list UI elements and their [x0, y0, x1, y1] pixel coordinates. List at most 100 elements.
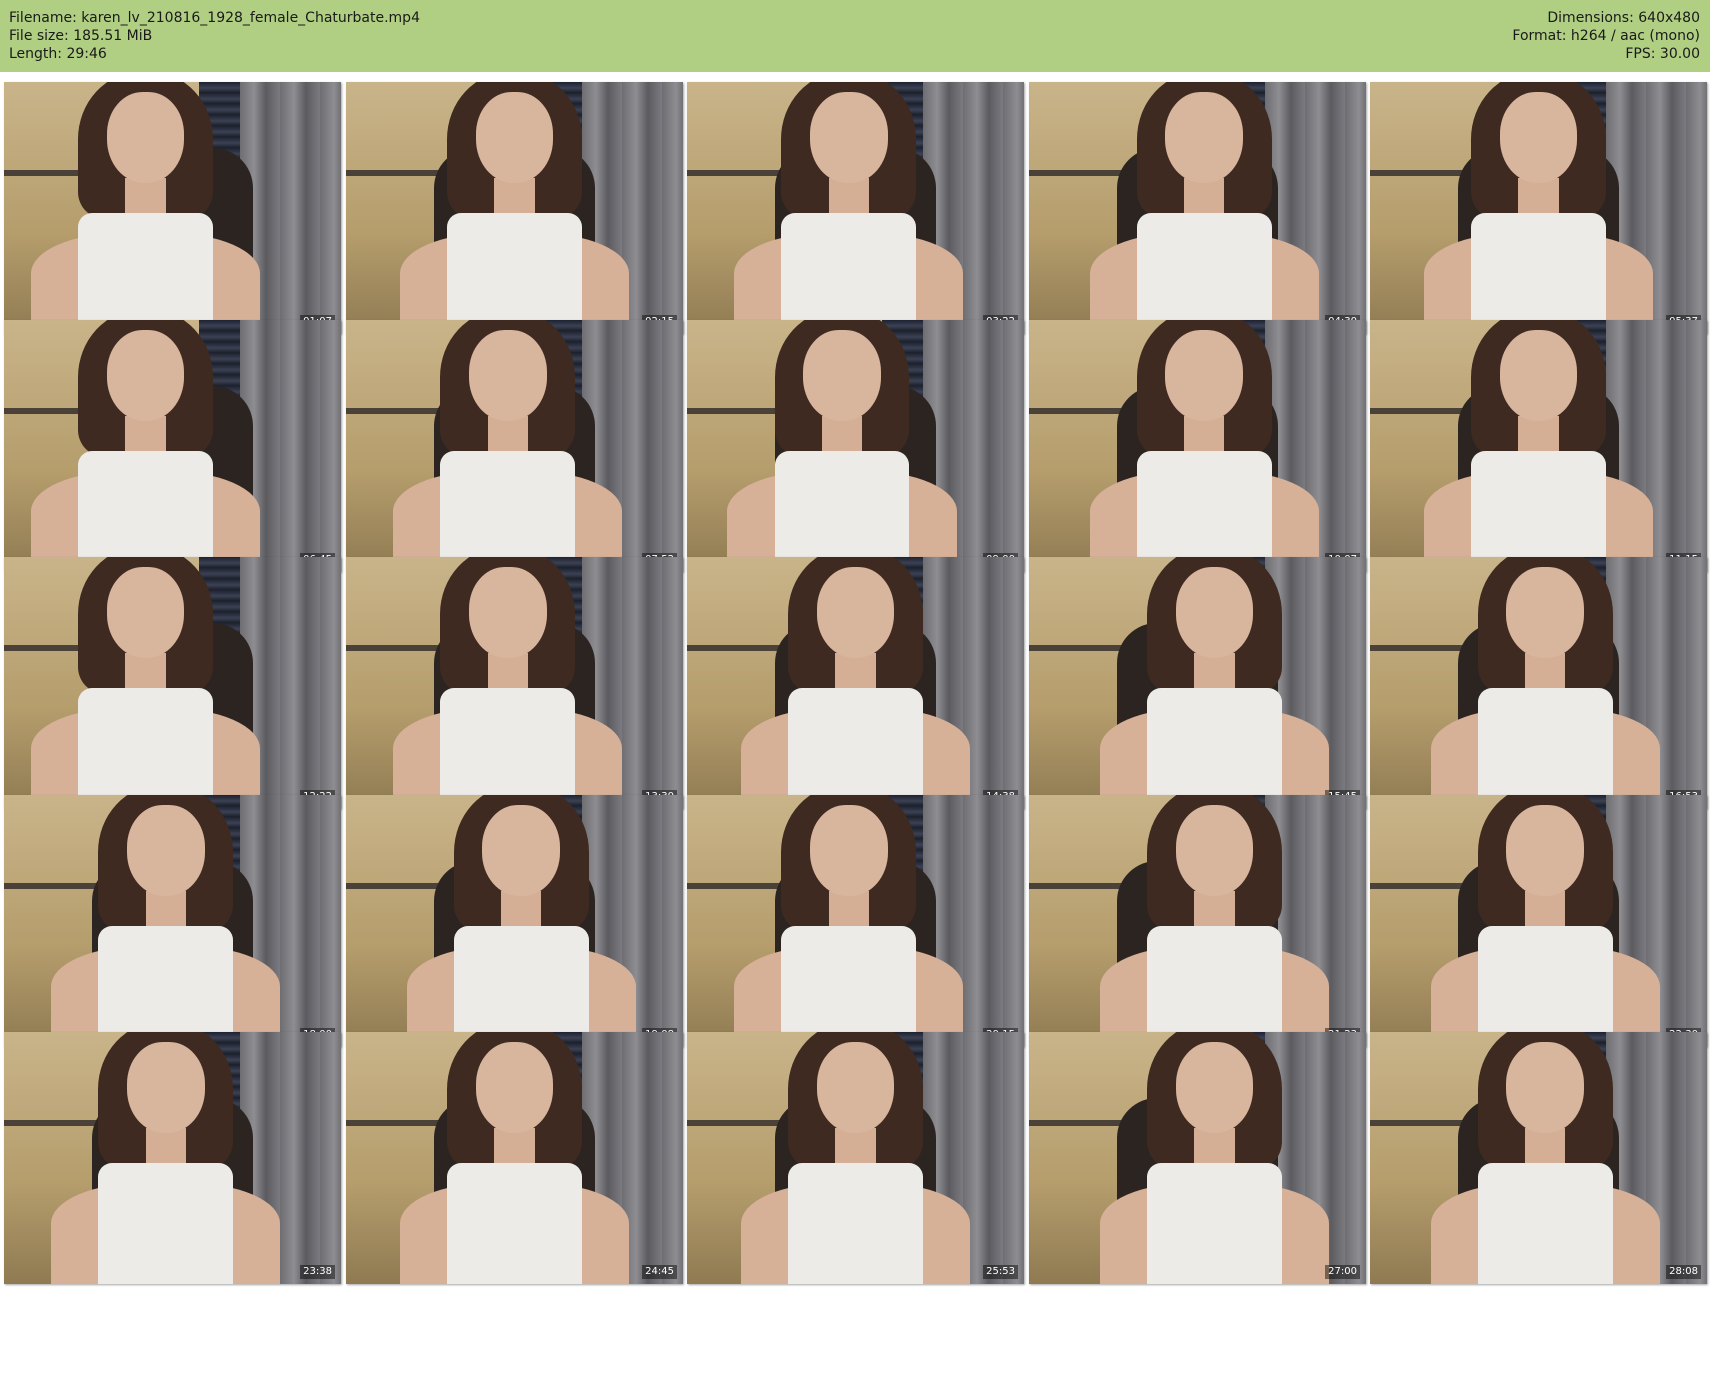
video-thumbnail: 03:22 — [687, 82, 1024, 334]
neck — [1194, 890, 1235, 927]
video-thumbnail: 01:07 — [4, 82, 341, 334]
face — [803, 330, 881, 421]
neck — [828, 177, 869, 214]
video-thumbnail: 11:15 — [1370, 320, 1707, 572]
face — [1506, 567, 1584, 658]
white-top — [774, 451, 910, 572]
person-figure — [1370, 557, 1707, 809]
neck — [1518, 415, 1559, 452]
file-info-left: Filename: karen_lv_210816_1928_female_Ch… — [9, 9, 420, 63]
white-top — [1471, 451, 1606, 572]
face — [1499, 92, 1578, 183]
filename-text: Filename: karen_lv_210816_1928_female_Ch… — [9, 10, 420, 26]
face — [1175, 805, 1254, 896]
neck — [835, 1127, 876, 1164]
face — [127, 805, 205, 896]
video-thumbnail: 05:37 — [1370, 82, 1707, 334]
person-figure — [346, 1032, 683, 1284]
white-top — [98, 926, 234, 1047]
neck — [1525, 1127, 1566, 1164]
info-header: Filename: karen_lv_210816_1928_female_Ch… — [0, 0, 1710, 72]
person-figure — [687, 795, 1024, 1047]
person-figure — [346, 795, 683, 1047]
neck — [494, 1127, 535, 1164]
neck — [145, 890, 186, 927]
person-figure — [4, 557, 341, 809]
video-thumbnail: 15:45 — [1029, 557, 1366, 809]
fps-text: FPS: 30.00 — [1625, 46, 1700, 62]
white-top — [781, 213, 917, 334]
white-top — [781, 926, 917, 1047]
video-thumbnail: 10:07 — [1029, 320, 1366, 572]
video-thumbnail: 24:45 — [346, 1032, 683, 1284]
face — [469, 567, 547, 658]
neck — [835, 652, 876, 689]
face — [1175, 567, 1254, 658]
neck — [501, 890, 542, 927]
video-thumbnail: 02:15 — [346, 82, 683, 334]
format-text: Format: h264 / aac (mono) — [1512, 28, 1700, 44]
face — [106, 567, 185, 658]
white-top — [1146, 1163, 1282, 1284]
video-thumbnail: 22:30 — [1370, 795, 1707, 1047]
white-top — [1477, 926, 1613, 1047]
video-thumbnail: 04:30 — [1029, 82, 1366, 334]
neck — [1194, 652, 1235, 689]
person-figure — [687, 557, 1024, 809]
white-top — [447, 1163, 582, 1284]
white-top — [78, 451, 213, 572]
neck — [494, 177, 535, 214]
white-top — [1146, 926, 1282, 1047]
neck — [125, 415, 166, 452]
person-figure — [4, 795, 341, 1047]
person-figure — [1370, 82, 1707, 334]
video-thumbnail: 25:53 — [687, 1032, 1024, 1284]
neck — [1525, 890, 1566, 927]
person-figure — [1029, 1032, 1366, 1284]
person-figure — [687, 1032, 1024, 1284]
face — [1165, 92, 1243, 183]
neck — [821, 415, 863, 452]
video-thumbnail: 16:53 — [1370, 557, 1707, 809]
neck — [145, 1127, 186, 1164]
person-figure — [4, 82, 341, 334]
person-figure — [1029, 82, 1366, 334]
white-top — [98, 1163, 234, 1284]
file-info-right: Dimensions: 640x480 Format: h264 / aac (… — [1512, 9, 1700, 63]
neck — [828, 890, 869, 927]
white-top — [447, 213, 582, 334]
white-top — [1136, 213, 1272, 334]
person-figure — [4, 1032, 341, 1284]
person-figure — [346, 320, 683, 572]
face — [816, 567, 895, 658]
face — [1165, 330, 1243, 421]
person-figure — [687, 82, 1024, 334]
face — [1506, 1042, 1584, 1133]
neck — [125, 652, 166, 689]
thumbnail-timestamp: 23:38 — [300, 1265, 335, 1279]
person-figure — [1029, 320, 1366, 572]
neck — [1184, 177, 1225, 214]
face — [1506, 805, 1584, 896]
video-thumbnail: 19:08 — [346, 795, 683, 1047]
video-thumbnail: 12:22 — [4, 557, 341, 809]
white-top — [1477, 1163, 1613, 1284]
face — [106, 330, 185, 421]
face — [469, 330, 547, 421]
white-top — [1471, 213, 1606, 334]
neck — [1184, 415, 1225, 452]
white-top — [788, 1163, 923, 1284]
thumbnail-grid: 01:0702:1503:2204:3005:37 06:4507:5209:00… — [4, 82, 1707, 1370]
video-thumbnail: 23:38 — [4, 1032, 341, 1284]
face — [482, 805, 560, 896]
person-figure — [1029, 557, 1366, 809]
face — [127, 1042, 205, 1133]
thumbnail-timestamp: 24:45 — [642, 1265, 677, 1279]
white-top — [440, 688, 576, 809]
video-thumbnail: 18:00 — [4, 795, 341, 1047]
video-thumbnail: 27:00 — [1029, 1032, 1366, 1284]
video-thumbnail: 14:38 — [687, 557, 1024, 809]
person-figure — [687, 320, 1024, 572]
white-top — [453, 926, 589, 1047]
video-thumbnail: 20:15 — [687, 795, 1024, 1047]
